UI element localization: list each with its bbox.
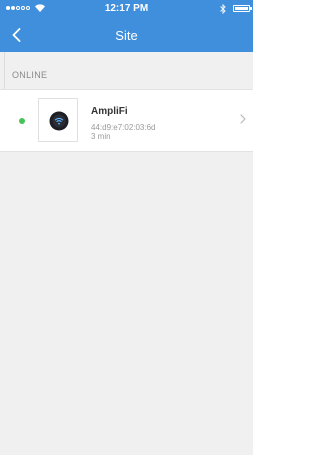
device-name: AmpliFi — [91, 106, 128, 117]
device-thumbnail — [38, 98, 78, 142]
online-status-dot — [19, 118, 25, 124]
section-header-online: ONLINE — [12, 70, 48, 80]
chevron-right-icon — [240, 114, 246, 124]
device-mac-address: 44:d9:e7:02:03:6d — [91, 123, 156, 132]
device-uptime: 3 min — [91, 132, 111, 141]
battery-icon — [233, 5, 252, 12]
device-row-amplifi[interactable]: AmpliFi 44:d9:e7:02:03:6d 3 min — [0, 89, 253, 152]
nav-bar: Site — [0, 18, 253, 52]
amplifi-router-icon — [49, 111, 69, 131]
header: 12:17 PM Site — [0, 0, 253, 52]
bluetooth-icon — [220, 3, 226, 15]
status-bar: 12:17 PM — [0, 0, 253, 18]
battery-fill — [235, 7, 248, 10]
app-screen: 12:17 PM Site ONLINE AmpliFi 44:d9:e7:02… — [0, 0, 253, 455]
empty-content-area — [0, 152, 253, 455]
battery-nub — [250, 7, 252, 10]
page-title: Site — [115, 28, 138, 43]
status-time: 12:17 PM — [104, 3, 149, 14]
